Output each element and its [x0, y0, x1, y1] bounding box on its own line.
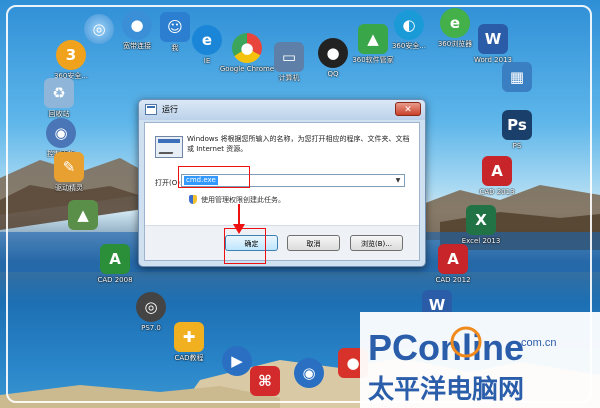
computer-icon: ▭ [274, 42, 304, 72]
control-panel-icon: ◉ [46, 118, 76, 148]
browse-button[interactable]: 浏览(B)... [350, 235, 403, 251]
desktop-icon-cad[interactable]: A CAD 2013 [468, 156, 526, 197]
run-description: Windows 将根据您所输入的名称，为您打开相应的程序、文件夹、文档或 Int… [187, 135, 410, 153]
desktop-icon-recycle-bin[interactable]: ♻ 回收站 [30, 78, 88, 119]
desktop-icon-label: CAD 2013 [479, 188, 515, 196]
desktop-icon-word[interactable]: W Word 2013 [464, 24, 522, 65]
desktop-icon-label: CAD 2012 [435, 276, 471, 284]
run-dialog: 运行 ✕ Windows 将根据您所输入的名称，为您打开相应的程序、文件夹、文档… [138, 99, 426, 267]
desktop-icon-label: PS [512, 142, 522, 150]
run-app-icon [145, 104, 157, 115]
desktop-icon-excel[interactable]: X Excel 2013 [452, 205, 510, 246]
open-combobox[interactable]: cmd.exe ▼ [181, 174, 405, 187]
desktop-screen: 3 360安全... ◎ ● 宽带连接 ☺ 我 e IE ● Google Ch… [0, 0, 600, 408]
run-dialog-body: Windows 将根据您所输入的名称，为您打开相应的程序、文件夹、文档或 Int… [144, 122, 420, 261]
driver-icon: ✎ [54, 152, 84, 182]
desktop-icon-label: 驱动精灵 [55, 184, 83, 192]
run-dialog-titlebar[interactable]: 运行 ✕ [139, 100, 425, 120]
dialog-footer: 确定 取消 浏览(B)... [145, 225, 419, 260]
chrome-icon: ● [232, 33, 262, 63]
pconline-logo: PConline .com.cn 太平洋电脑网 [368, 326, 557, 405]
desktop-icon-chart-app[interactable]: ▦ [488, 62, 546, 92]
photoshop-icon: Ps [502, 110, 532, 140]
media-player-icon: ◉ [294, 358, 324, 388]
domain-text: .com.cn [518, 337, 557, 349]
excel-icon: X [466, 205, 496, 235]
close-icon: ✕ [404, 105, 412, 115]
recycle-bin-icon: ♻ [44, 78, 74, 108]
desktop-icon-label: 360软件管家 [352, 56, 394, 64]
cad-icon: A [482, 156, 512, 186]
desktop-icon-360[interactable]: 3 360安全... [42, 40, 100, 81]
360-icon: 3 [56, 40, 86, 70]
close-button[interactable]: ✕ [395, 102, 421, 116]
desktop-icon-cad-2012[interactable]: A CAD 2012 [424, 244, 482, 285]
cad-2008-icon: A [100, 244, 130, 274]
pdf-icon: ⌘ [250, 366, 280, 396]
desktop-icon-cad-2008[interactable]: A CAD 2008 [86, 244, 144, 285]
brand-text: PConline [368, 327, 524, 368]
chevron-down-icon[interactable]: ▼ [393, 176, 403, 185]
word-icon: W [478, 24, 508, 54]
chart-app-icon: ▦ [502, 62, 532, 92]
ps7-icon: ◎ [136, 292, 166, 322]
desktop-icon-ps[interactable]: Ps PS [488, 110, 546, 151]
desktop-icon-landscape[interactable]: ▲ [54, 200, 112, 230]
open-label: 打开(O): [155, 179, 183, 187]
cancel-button[interactable]: 取消 [287, 235, 340, 251]
run-dialog-title: 运行 [162, 105, 178, 114]
arrow-down-icon [233, 204, 245, 234]
desktop-icon-label: CAD 2008 [97, 276, 133, 284]
ok-button[interactable]: 确定 [225, 235, 278, 251]
chinese-brand-text: 太平洋电脑网 [368, 374, 524, 405]
landscape-app-icon: ▲ [68, 200, 98, 230]
desktop-icon-label: QQ [327, 70, 339, 78]
open-input-value[interactable]: cmd.exe [184, 176, 218, 185]
run-icon [155, 136, 183, 158]
desktop-icon-driver[interactable]: ✎ 驱动精灵 [40, 152, 98, 193]
360-guard-icon: ◐ [394, 10, 424, 40]
cad-2012-icon: A [438, 244, 468, 274]
shield-icon [189, 195, 197, 204]
cad-tutorial-icon: ✚ [174, 322, 204, 352]
pconline-watermark: PConline .com.cn 太平洋电脑网 [360, 312, 600, 408]
